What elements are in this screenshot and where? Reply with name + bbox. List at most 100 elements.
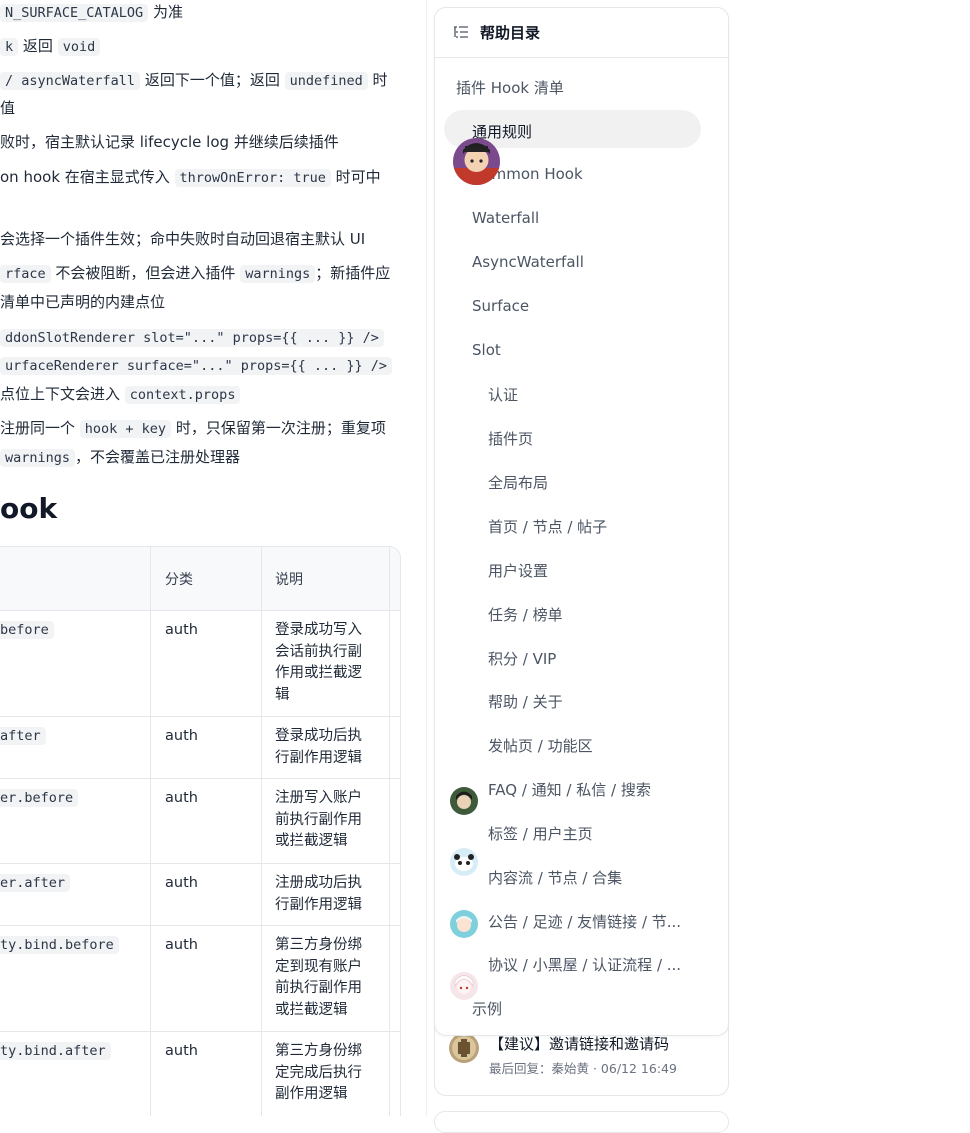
toc-item[interactable]: 协议 / 小黑屋 / 认证流程 / ... [488,954,681,975]
toc-item[interactable]: 全局布局 [488,472,548,493]
table-row: after auth 登录成功后执行副作用逻辑 [0,716,400,779]
topic-title[interactable]: 【建议】邀请链接和邀请码 [489,1033,669,1054]
list-tree-icon [454,26,468,38]
text-span: ，不会覆盖已注册处理器 [75,448,241,466]
hook-name: er.after [0,874,71,892]
toc-item[interactable]: 示例 [472,998,502,1019]
toc-item[interactable]: 帮助 / 关于 [488,691,563,712]
doc-line: ddonSlotRenderer slot="..." props={{ ...… [0,326,384,349]
category-cell: auth [165,790,198,806]
avatar[interactable] [450,910,478,938]
inline-code: urfaceRenderer surface="..." props={{ ..… [0,357,393,375]
text-span: 清单中已声明的内建点位 [0,293,166,311]
hook-name-cell: before [0,620,54,642]
header-category: 分类 [165,572,193,588]
inline-code: context.props [124,386,241,404]
table-row: er.after auth 注册成功后执行副作用逻辑 [0,863,400,926]
description-cell: 登录成功写入会话前执行副作用或拦截逻辑 [275,622,362,703]
description-cell: 第三方身份绑定完成后执行副作用逻辑 [275,1043,362,1102]
doc-line: 注册同一个 hook + key 时，只保留第一次注册；重复项 [0,417,386,440]
category-cell: auth [165,622,198,638]
text-span: on hook 在宿主显式传入 [0,168,175,186]
doc-line: / asyncWaterfall 返回下一个值；返回 undefined 时 [0,69,388,92]
hook-table: 分类 说明 before auth 登录成功写入会话前执行副作用或拦截逻辑 after… [0,546,401,1116]
doc-line: 值 [0,97,15,119]
doc-line: rface 不会被阻断，但会进入插件 warnings ；新插件应 [0,262,390,285]
hook-name: er.before [0,789,79,807]
doc-line: warnings ，不会覆盖已注册处理器 [0,446,240,469]
text-span: 返回 [18,37,58,55]
text-span: 会选择一个插件生效；命中失败时自动回退宿主默认 UI [0,230,366,248]
inline-code: hook + key [79,420,172,438]
hook-name-cell: after [0,726,46,748]
toc-item[interactable]: FAQ / 通知 / 私信 / 搜索 [488,779,651,800]
section-heading: ook [0,492,58,525]
toc-item[interactable]: 公告 / 足迹 / 友情链接 / 节... [488,911,681,932]
table-row: ty.bind.before auth 第三方身份绑定到现有账户前执行副作用或拦截逻… [0,925,400,1032]
doc-pane: N_SURFACE_CATALOG 为准 k 返回 void / asyncWate… [0,0,410,1116]
doc-line: 败时，宿主默认记录 lifecycle log 并继续后续插件 [0,131,339,153]
inline-code: warnings [240,265,316,283]
hook-name-cell: ty.bind.after [0,1041,111,1063]
toc-title: 帮助目录 [480,24,541,42]
toc-item[interactable]: AsyncWaterfall [472,253,584,271]
table-header: 分类 说明 [0,547,400,611]
toc-item[interactable]: 发帖页 / 功能区 [488,735,593,756]
toc-item[interactable]: 内容流 / 节点 / 合集 [488,867,622,888]
text-span: 值 [0,99,16,117]
hook-name: after [0,727,46,745]
description-cell: 注册写入账户前执行副作用或拦截逻辑 [275,790,362,849]
hook-name-cell: er.after [0,873,71,895]
next-card [434,1111,729,1133]
inline-code: / asyncWaterfall [0,72,141,90]
table-row: before auth 登录成功写入会话前执行副作用或拦截逻辑 [0,610,400,717]
hook-name-cell: er.before [0,788,79,810]
toc-item[interactable]: 任务 / 榜单 [488,604,563,625]
text-span: 时可中 [330,168,381,186]
avatar[interactable] [449,1033,479,1063]
category-cell: auth [165,937,198,953]
toc-item[interactable]: 插件页 [488,428,533,449]
toc-item[interactable]: 插件 Hook 清单 [456,77,564,98]
text-span: ；新插件应 [315,264,391,282]
hook-name-cell: ty.bind.before [0,935,119,957]
table-row: ty.bind.after auth 第三方身份绑定完成后执行副作用逻辑 [0,1031,400,1116]
inline-code: throwOnError: true [174,169,331,187]
text-span: 败时，宿主默认记录 lifecycle log 并继续后续插件 [0,133,339,151]
toc-item[interactable]: Surface [472,297,529,315]
toc-item[interactable]: Slot [472,341,501,359]
category-cell: auth [165,875,198,891]
text-span: 注册同一个 [0,419,80,437]
doc-line: 清单中已声明的内建点位 [0,291,165,313]
toc-item[interactable]: Waterfall [472,209,539,227]
doc-line: on hook 在宿主显式传入 throwOnError: true 时可中 [0,166,381,189]
topic-meta: 最后回复：秦始黄 · 06/12 16:49 [489,1061,677,1076]
toc-header: 帮助目录 [435,8,728,58]
text-span: 返回下一个值；返回 [140,71,285,89]
category-cell: auth [165,1043,198,1059]
doc-line: 点位上下文会进入 context.props [0,383,241,406]
hook-name: ty.bind.after [0,1042,111,1060]
toc-item[interactable]: 标签 / 用户主页 [488,823,593,844]
doc-line: N_SURFACE_CATALOG 为准 [0,1,183,24]
inline-code: N_SURFACE_CATALOG [0,4,149,22]
avatar[interactable] [453,138,500,185]
toc-item[interactable]: 用户设置 [488,560,548,581]
toc-item[interactable]: 积分 / VIP [488,648,556,669]
inline-code: warnings [0,449,76,467]
inline-code: k [0,38,19,56]
category-cell: auth [165,728,198,744]
inline-code: ddonSlotRenderer slot="..." props={{ ...… [0,329,384,347]
inline-code: rface [0,265,51,283]
inline-code: undefined [284,72,368,90]
text-span: 时 [367,71,388,89]
hook-name: ty.bind.before [0,936,119,954]
toc-item[interactable]: 认证 [488,384,518,405]
avatar[interactable] [450,787,478,815]
avatar[interactable] [450,972,478,1000]
description-cell: 第三方身份绑定到现有账户前执行副作用或拦截逻辑 [275,937,362,1018]
header-description: 说明 [275,572,303,588]
toc-item[interactable]: 首页 / 节点 / 帖子 [488,516,607,537]
table-row: er.before auth 注册写入账户前执行副作用或拦截逻辑 [0,778,400,864]
avatar[interactable] [450,848,478,876]
